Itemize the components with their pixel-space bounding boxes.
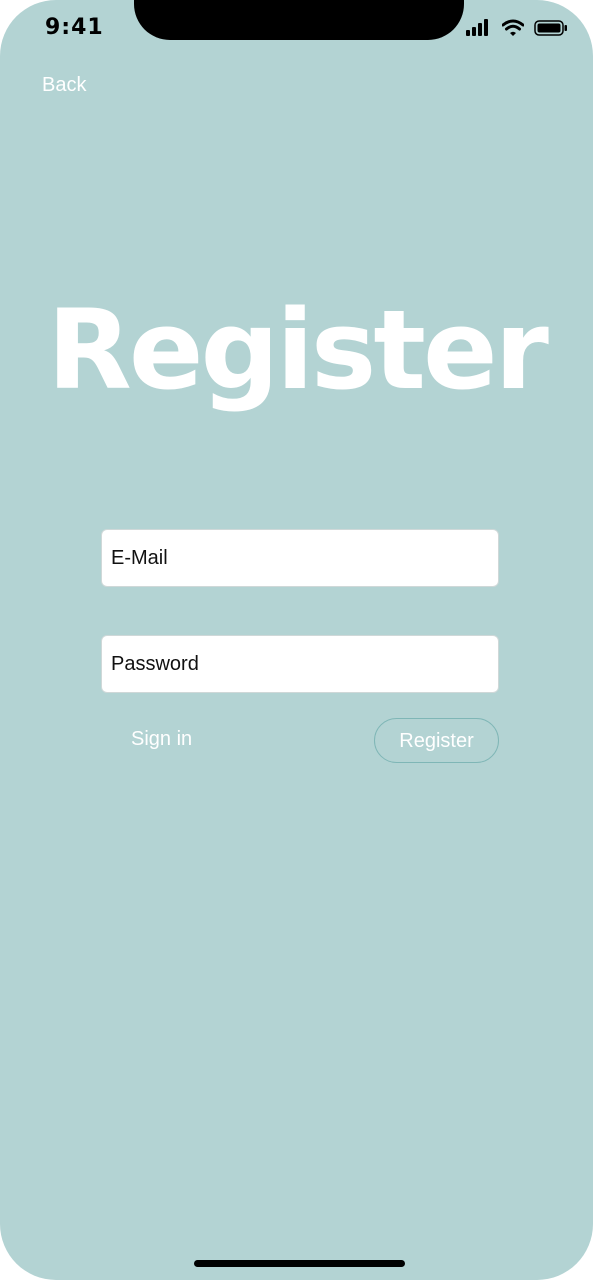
status-time: 9:41 <box>45 15 104 40</box>
sign-in-link[interactable]: Sign in <box>131 728 192 751</box>
password-field[interactable] <box>101 635 499 693</box>
email-field[interactable] <box>101 529 499 587</box>
signal-icon <box>466 18 496 38</box>
back-link[interactable]: Back <box>42 74 86 97</box>
home-indicator <box>194 1260 405 1267</box>
battery-icon <box>534 20 568 36</box>
device-notch <box>134 0 464 40</box>
phone-screen: 9:41 Back Register Sign in Regist <box>0 0 593 1280</box>
page-title: Register <box>47 286 549 414</box>
wifi-icon <box>501 18 525 38</box>
register-button[interactable]: Register <box>374 718 499 763</box>
status-icons <box>466 18 574 44</box>
